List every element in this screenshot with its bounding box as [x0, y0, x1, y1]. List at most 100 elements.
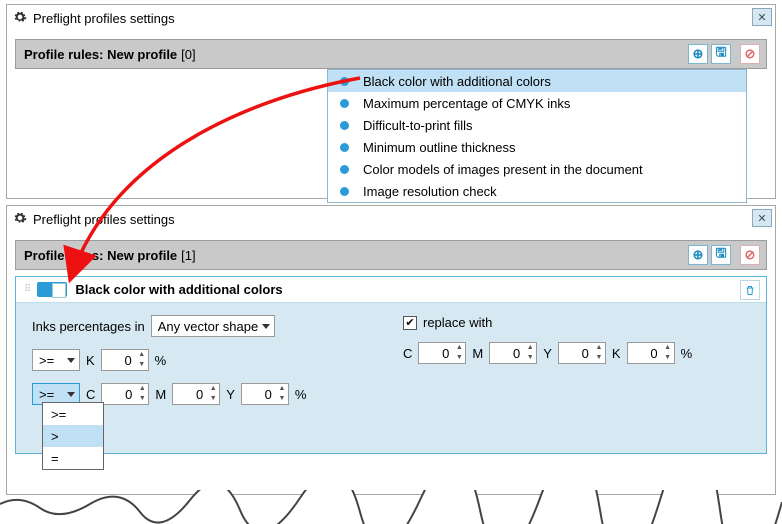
replace-y-spinner[interactable]: ▲▼	[558, 342, 606, 364]
spin-up-icon[interactable]: ▲	[593, 343, 605, 353]
dropdown-item[interactable]: Image resolution check	[328, 180, 746, 202]
bullet-icon	[340, 121, 349, 130]
bullet-icon	[340, 165, 349, 174]
dropdown-item[interactable]: Difficult-to-print fills	[328, 114, 746, 136]
replace-m-spinner[interactable]: ▲▼	[489, 342, 537, 364]
spin-up-icon[interactable]: ▲	[276, 384, 288, 394]
panel-profile-name: New profile	[107, 248, 177, 263]
spin-down-icon[interactable]: ▼	[136, 360, 148, 370]
rule-type-dropdown: Black color with additional colors Maxim…	[327, 69, 747, 203]
window-title: Preflight profiles settings	[33, 11, 175, 26]
ink-k-input[interactable]	[102, 353, 136, 368]
ink-m-spinner[interactable]: ▲▼	[172, 383, 220, 405]
operator-option[interactable]: >	[43, 425, 103, 447]
add-rule-button[interactable]: ⊕	[688, 44, 708, 64]
dropdown-item[interactable]: Black color with additional colors	[328, 70, 746, 92]
ink-c-spinner[interactable]: ▲▼	[101, 383, 149, 405]
inks-label: Inks percentages in	[32, 319, 145, 334]
close-button[interactable]: ✕	[752, 209, 772, 227]
rule-title: Black color with additional colors	[75, 282, 282, 297]
operator-option-label: >	[51, 429, 59, 444]
operator-k-select[interactable]: >=	[32, 349, 80, 371]
clear-button[interactable]: ⊘	[740, 44, 760, 64]
spin-up-icon[interactable]: ▲	[207, 384, 219, 394]
rule-right-column: ✔ replace with C ▲▼ M ▲▼ Y ▲▼ K ▲▼ %	[403, 315, 750, 435]
save-button[interactable]: 🖫	[711, 245, 731, 265]
drag-grip-icon[interactable]: ⠿	[24, 284, 29, 295]
spin-up-icon[interactable]: ▲	[524, 343, 536, 353]
preflight-window-top: Preflight profiles settings ✕ Profile ru…	[6, 4, 776, 199]
panel-count: [0]	[181, 47, 195, 62]
chevron-down-icon	[262, 324, 270, 329]
chevron-down-icon	[67, 358, 75, 363]
spin-up-icon[interactable]: ▲	[136, 350, 148, 360]
window-title: Preflight profiles settings	[33, 212, 175, 227]
ink-y-spinner[interactable]: ▲▼	[241, 383, 289, 405]
ink-k-label: K	[86, 353, 95, 368]
spin-up-icon[interactable]: ▲	[136, 384, 148, 394]
gear-icon	[13, 10, 27, 27]
scope-select[interactable]: Any vector shape	[151, 315, 275, 337]
titlebar: Preflight profiles settings ✕	[7, 206, 775, 232]
titlebar: Preflight profiles settings ✕	[7, 5, 775, 31]
panel-count: [1]	[181, 248, 195, 263]
replace-k-input[interactable]	[628, 346, 662, 361]
clear-button[interactable]: ⊘	[740, 245, 760, 265]
spin-down-icon[interactable]: ▼	[207, 394, 219, 404]
ink-m-label: M	[155, 387, 166, 402]
spin-up-icon[interactable]: ▲	[662, 343, 674, 353]
bullet-icon	[340, 187, 349, 196]
panel-header-top: Profile rules: New profile [0] ⊕ 🖫 ⊘	[15, 39, 767, 69]
dropdown-item-label: Maximum percentage of CMYK inks	[363, 96, 570, 111]
replace-label: replace with	[423, 315, 492, 330]
percent-label: %	[681, 346, 693, 361]
ink-c-input[interactable]	[102, 387, 136, 402]
scope-value: Any vector shape	[158, 319, 258, 334]
spin-down-icon[interactable]: ▼	[662, 353, 674, 363]
replace-m-input[interactable]	[490, 346, 524, 361]
replace-c-spinner[interactable]: ▲▼	[418, 342, 466, 364]
close-button[interactable]: ✕	[752, 8, 772, 26]
dropdown-item-label: Image resolution check	[363, 184, 497, 199]
replace-m-label: M	[472, 346, 483, 361]
add-rule-button[interactable]: ⊕	[688, 245, 708, 265]
dropdown-item[interactable]: Minimum outline thickness	[328, 136, 746, 158]
rule-body: Inks percentages in Any vector shape >= …	[16, 303, 766, 453]
panel-prefix: Profile rules:	[24, 248, 103, 263]
operator-option[interactable]: =	[43, 447, 103, 469]
checkbox-checked-icon: ✔	[403, 316, 417, 330]
chevron-down-icon	[67, 392, 75, 397]
bullet-icon	[340, 77, 349, 86]
save-button[interactable]: 🖫	[711, 44, 731, 64]
operator-dropdown: >= > =	[42, 402, 104, 470]
operator-cmy-value: >=	[39, 387, 54, 402]
rule-enable-toggle[interactable]	[37, 282, 67, 297]
replace-y-input[interactable]	[559, 346, 593, 361]
ink-y-input[interactable]	[242, 387, 276, 402]
spin-down-icon[interactable]: ▼	[524, 353, 536, 363]
ink-m-input[interactable]	[173, 387, 207, 402]
bullet-icon	[340, 99, 349, 108]
dropdown-item[interactable]: Color models of images present in the do…	[328, 158, 746, 180]
spin-up-icon[interactable]: ▲	[453, 343, 465, 353]
rule-header: ⠿ Black color with additional colors	[16, 277, 766, 303]
ink-k-spinner[interactable]: ▲▼	[101, 349, 149, 371]
ink-y-label: Y	[226, 387, 235, 402]
ink-c-label: C	[86, 387, 95, 402]
spin-down-icon[interactable]: ▼	[453, 353, 465, 363]
operator-option-label: >=	[51, 407, 66, 422]
preflight-window-bottom: Preflight profiles settings ✕ Profile ru…	[6, 205, 776, 495]
replace-c-input[interactable]	[419, 346, 453, 361]
spin-down-icon[interactable]: ▼	[276, 394, 288, 404]
spin-down-icon[interactable]: ▼	[593, 353, 605, 363]
operator-option-label: =	[51, 451, 59, 466]
delete-rule-button[interactable]	[740, 280, 760, 300]
replace-checkbox[interactable]: ✔ replace with	[403, 315, 492, 330]
replace-k-spinner[interactable]: ▲▼	[627, 342, 675, 364]
percent-label: %	[295, 387, 307, 402]
panel-prefix: Profile rules:	[24, 47, 103, 62]
dropdown-item-label: Color models of images present in the do…	[363, 162, 643, 177]
spin-down-icon[interactable]: ▼	[136, 394, 148, 404]
dropdown-item[interactable]: Maximum percentage of CMYK inks	[328, 92, 746, 114]
operator-option[interactable]: >=	[43, 403, 103, 425]
